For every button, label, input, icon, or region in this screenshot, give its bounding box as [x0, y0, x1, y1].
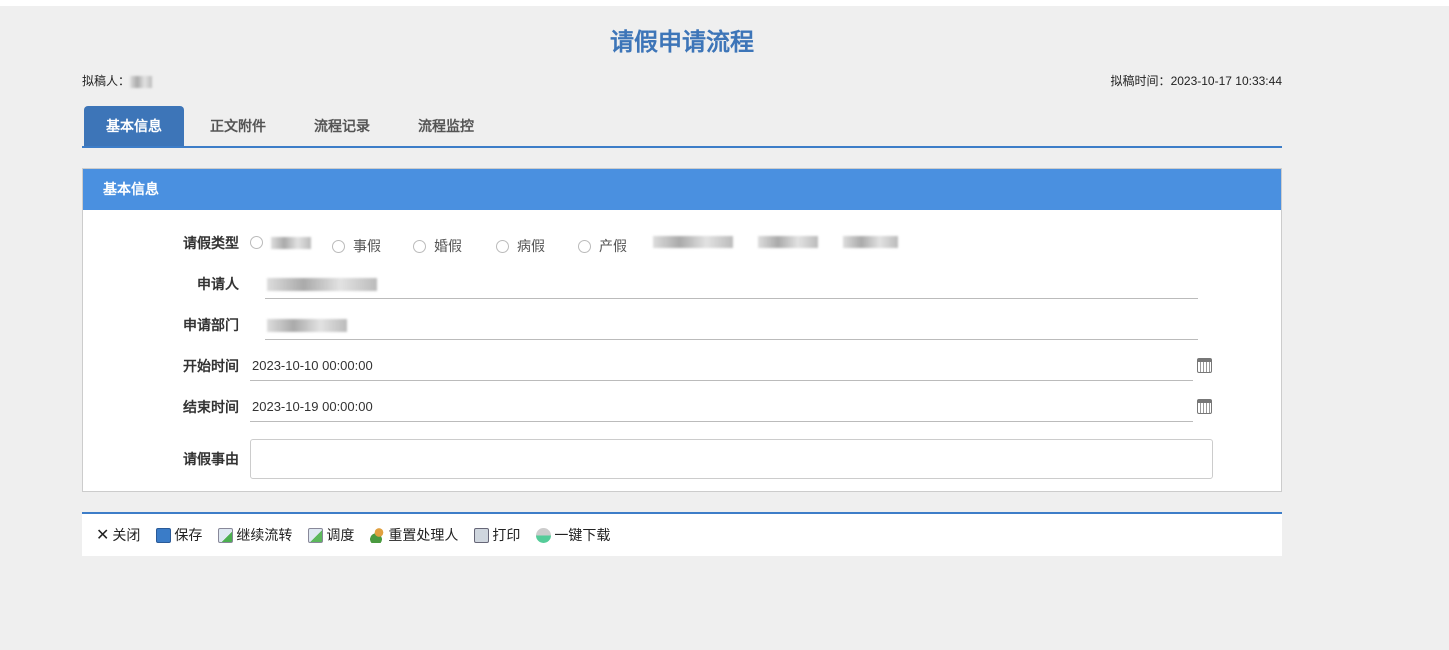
radio-label: 病假 — [517, 238, 545, 254]
close-label: 关闭 — [112, 527, 141, 543]
calendar-icon[interactable] — [1197, 358, 1212, 373]
page: 请假申请流程 拟稿人： 拟稿时间：2023-10-17 10:33:44 基本信… — [0, 6, 1449, 650]
department-row: 申请部门 — [83, 310, 1283, 340]
calendar-icon[interactable] — [1197, 399, 1212, 414]
dispatch-button[interactable]: 调度 — [308, 525, 354, 545]
reason-row: 请假事由 — [83, 439, 1283, 479]
reason-textarea[interactable] — [250, 439, 1213, 479]
continue-flow-label: 继续流转 — [236, 527, 293, 543]
reset-handler-button[interactable]: 重置处理人 — [370, 525, 458, 545]
department-label: 申请部门 — [183, 317, 239, 333]
end-time-input[interactable]: 2023-10-19 00:00:00 — [250, 392, 1193, 422]
tab-attachments[interactable]: 正文附件 — [188, 106, 288, 146]
end-time-label: 结束时间 — [183, 399, 239, 415]
forward-doc-icon — [218, 527, 234, 543]
reason-label: 请假事由 — [183, 451, 239, 467]
page-title: 请假申请流程 — [610, 29, 754, 56]
tab-flow-records[interactable]: 流程记录 — [292, 106, 392, 146]
applicant-field — [265, 269, 1198, 299]
start-time-input[interactable]: 2023-10-10 00:00:00 — [250, 351, 1193, 381]
download-all-label: 一键下载 — [554, 527, 611, 543]
save-icon — [156, 527, 172, 543]
print-button[interactable]: 打印 — [474, 525, 520, 545]
leave-type-radio-redacted-4[interactable] — [843, 236, 898, 248]
department-field — [265, 310, 1198, 340]
applicant-row: 申请人 — [83, 269, 1283, 299]
drafter: 拟稿人： — [82, 72, 153, 89]
radio-circle — [332, 239, 345, 253]
leave-type-label: 请假类型 — [183, 235, 239, 251]
leave-type-row: 请假类型 事假 婚假 病假 产假 — [83, 228, 1283, 258]
save-button[interactable]: 保存 — [156, 525, 202, 545]
leave-type-radio-sick[interactable]: 病假 — [496, 236, 545, 256]
download-icon — [536, 527, 552, 543]
draft-time-label: 拟稿时间： — [1110, 74, 1171, 88]
applicant-label: 申请人 — [197, 276, 239, 292]
action-toolbar: ✕ 关闭 保存 继续流转 调度 重置处理人 打印 一键下载 — [82, 512, 1282, 556]
continue-flow-button[interactable]: 继续流转 — [218, 525, 292, 545]
radio-circle — [413, 239, 426, 253]
tab-bar: 基本信息 正文附件 流程记录 流程监控 — [82, 106, 1282, 148]
print-label: 打印 — [492, 527, 521, 543]
save-label: 保存 — [174, 527, 203, 543]
radio-label: 婚假 — [434, 238, 462, 254]
leave-type-radio-maternity[interactable]: 产假 — [578, 236, 627, 256]
close-button[interactable]: ✕ 关闭 — [96, 525, 140, 545]
panel-header: 基本信息 — [83, 169, 1281, 210]
tab-flow-monitor[interactable]: 流程监控 — [396, 106, 496, 146]
end-time-row: 结束时间 2023-10-19 00:00:00 — [83, 392, 1283, 422]
draft-time: 拟稿时间：2023-10-17 10:33:44 — [1111, 72, 1282, 89]
users-icon — [370, 527, 386, 543]
start-time-label: 开始时间 — [183, 358, 239, 374]
close-icon: ✕ — [96, 527, 110, 544]
radio-circle — [496, 239, 509, 253]
radio-label: 产假 — [599, 238, 627, 254]
basic-info-panel: 基本信息 请假类型 事假 婚假 病假 产假 申请人 申请部门 开始时间 2023… — [82, 168, 1282, 492]
download-all-button[interactable]: 一键下载 — [536, 525, 610, 545]
radio-circle — [578, 239, 591, 253]
tab-basic-info[interactable]: 基本信息 — [84, 106, 184, 146]
draft-time-value: 2023-10-17 10:33:44 — [1170, 74, 1282, 88]
printer-icon — [474, 527, 490, 543]
start-time-row: 开始时间 2023-10-10 00:00:00 — [83, 351, 1283, 381]
leave-type-radio-redacted-3[interactable] — [758, 236, 818, 248]
drafter-name-redacted — [130, 75, 153, 88]
department-redacted — [267, 319, 347, 333]
leave-type-radio-redacted-2[interactable] — [653, 236, 733, 248]
radio-label: 事假 — [353, 238, 381, 254]
drafter-label: 拟稿人： — [82, 74, 131, 88]
reset-handler-label: 重置处理人 — [388, 527, 459, 543]
leave-type-radio-redacted[interactable] — [250, 236, 311, 249]
refresh-doc-icon — [308, 527, 324, 543]
leave-type-radio-marriage[interactable]: 婚假 — [413, 236, 462, 256]
applicant-redacted — [267, 278, 377, 292]
leave-type-radio-personal[interactable]: 事假 — [332, 236, 381, 256]
dispatch-label: 调度 — [326, 527, 355, 543]
